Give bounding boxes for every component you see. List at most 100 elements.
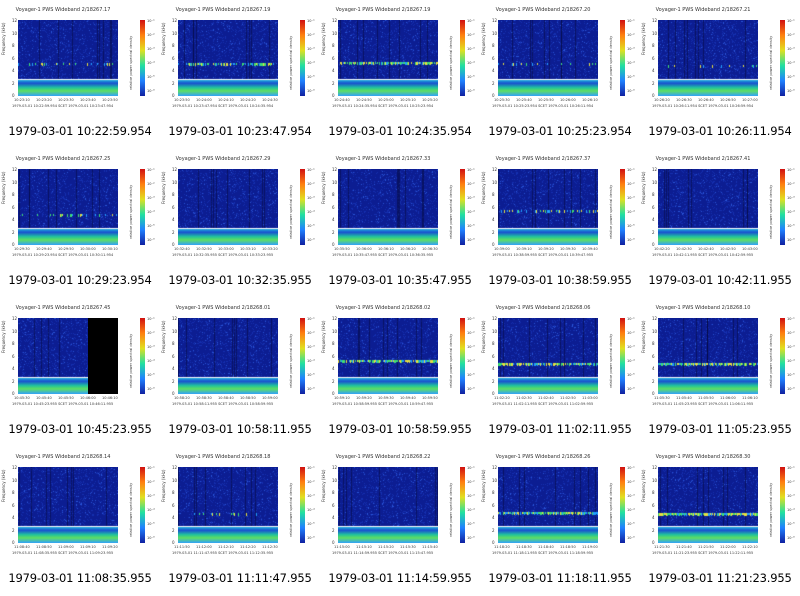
x-tick-label: 10:58:40 (218, 396, 234, 400)
y-tick-label: 6 (12, 204, 15, 210)
y-tick-label: 8 (652, 192, 655, 197)
colorbar-tick: 10⁻⁴ (147, 359, 155, 363)
x-tick-label: 11:21:40 (676, 545, 692, 549)
y-tick-label: 10 (652, 328, 658, 334)
spectrogram-plot (338, 169, 438, 245)
spectrogram-image (498, 20, 598, 96)
y-tick-label: 6 (332, 204, 335, 210)
y-tick-label: 2 (492, 229, 495, 235)
spectrogram-thumbnail[interactable]: Voyager-1 PWS Wideband 2/18267.37 Frequen… (480, 149, 640, 267)
spectrogram-thumbnail[interactable]: Voyager-1 PWS Wideband 2/18267.45 Frequen… (0, 298, 160, 416)
colorbar-tick: 10⁻⁵ (307, 224, 315, 228)
x-tick-label: 11:12:20 (240, 545, 256, 549)
spectrogram-thumbnail[interactable]: Voyager-1 PWS Wideband 2/18267.25 Frequen… (0, 149, 160, 267)
spectrogram-thumbnail[interactable]: Voyager-1 PWS Wideband 2/18267.19 Frequen… (160, 0, 320, 118)
y-tick-label: 8 (332, 341, 335, 346)
y-tick-label: 6 (492, 502, 495, 508)
x-tick-label: 10:27:00 (742, 98, 758, 102)
spectrogram-thumbnail[interactable]: Voyager-1 PWS Wideband 2/18268.22 Frequen… (320, 447, 480, 565)
spectrogram-thumbnail[interactable]: Voyager-1 PWS Wideband 2/18268.26 Frequen… (480, 447, 640, 565)
x-tick-label: 11:22:10 (742, 545, 758, 549)
y-tick-label: 8 (12, 43, 15, 48)
colorbar-tick: 10⁻¹ (467, 19, 475, 23)
time-range-footer: 1979-03-01 10:24:35.954 SCET 1979-03-01 … (332, 104, 434, 108)
spectrogram-thumbnail[interactable]: Voyager-1 PWS Wideband 2/18267.29 Frequen… (160, 149, 320, 267)
colorbar-tick: 10⁻⁵ (307, 373, 315, 377)
panel-title: Voyager-1 PWS Wideband 2/18267.33 (335, 156, 431, 162)
colorbar-tick: 10⁻⁵ (627, 373, 635, 377)
y-tick-label: 8 (172, 192, 175, 197)
spectrogram-image (18, 20, 118, 96)
spectrogram-thumbnail[interactable]: Voyager-1 PWS Wideband 2/18268.30 Frequen… (640, 447, 800, 565)
panel-title: Voyager-1 PWS Wideband 2/18267.41 (655, 156, 751, 162)
spectrogram-thumbnail[interactable]: Voyager-1 PWS Wideband 2/18267.20 Frequen… (480, 0, 640, 118)
y-tick-label: 4 (332, 366, 335, 371)
spectrogram-thumbnail[interactable]: Voyager-1 PWS Wideband 2/18267.33 Frequen… (320, 149, 480, 267)
time-range-footer: 1979-03-01 10:22:59.954 SCET 1979-03-01 … (12, 104, 114, 108)
spectrogram-thumbnail[interactable]: Voyager-1 PWS Wideband 2/18268.10 Frequen… (640, 298, 800, 416)
thumbnail-cell: Voyager-1 PWS Wideband 2/18267.37 Frequen… (480, 149, 640, 298)
colorbar-tick: 10⁻⁵ (147, 522, 155, 526)
timestamp-caption: 1979-03-01 10:26:11.954 (648, 124, 792, 138)
spectrogram-thumbnail[interactable]: Voyager-1 PWS Wideband 2/18267.21 Frequen… (640, 0, 800, 118)
x-tick-label: 10:25:00 (378, 98, 394, 102)
spectrogram-thumbnail[interactable]: Voyager-1 PWS Wideband 2/18268.06 Frequen… (480, 298, 640, 416)
panel-title: Voyager-1 PWS Wideband 2/18268.18 (175, 454, 271, 460)
y-tick-label: 12 (652, 18, 658, 23)
spectrogram-image (338, 20, 438, 96)
colorbar (300, 467, 305, 543)
colorbar-tick: 10⁻³ (627, 196, 635, 200)
spectrogram-thumbnail[interactable]: Voyager-1 PWS Wideband 2/18268.02 Frequen… (320, 298, 480, 416)
timestamp-caption: 1979-03-01 10:23:47.954 (168, 124, 312, 138)
spectrogram-thumbnail[interactable]: Voyager-1 PWS Wideband 2/18267.41 Frequen… (640, 149, 800, 267)
y-tick-label: 2 (492, 80, 495, 86)
colorbar-tick: 10⁻¹ (307, 466, 315, 470)
colorbar-tick: 10⁻¹ (307, 317, 315, 321)
timestamp-caption: 1979-03-01 11:11:47.955 (168, 571, 312, 585)
y-tick-label: 8 (492, 341, 495, 346)
colorbar-tick: 10⁻⁴ (147, 61, 155, 65)
colorbar-tick: 10⁻³ (467, 196, 475, 200)
x-tick-label: 10:59:10 (334, 396, 350, 400)
time-range-footer: 1979-03-01 11:14:59.955 SCET 1979-03-01 … (332, 551, 434, 555)
y-axis-label: Frequency (kHz) (481, 320, 486, 353)
x-tick-label: 10:23:30 (58, 98, 74, 102)
y-tick-label: 2 (492, 527, 495, 533)
spectrogram-thumbnail[interactable]: Voyager-1 PWS Wideband 2/18267.17 Frequen… (0, 0, 160, 118)
time-range-footer: 1979-03-01 10:58:59.955 SCET 1979-03-01 … (332, 402, 434, 406)
spectrogram-plot (498, 20, 598, 96)
panel-title: Voyager-1 PWS Wideband 2/18267.17 (15, 7, 111, 13)
y-tick-label: 6 (652, 502, 655, 508)
y-tick-label: 6 (12, 502, 15, 508)
colorbar-label: relative power spectral density (769, 482, 773, 537)
x-tick-label: 10:26:10 (582, 98, 598, 102)
y-tick-label: 8 (652, 490, 655, 495)
colorbar-tick: 10⁻² (787, 33, 795, 37)
timestamp-caption: 1979-03-01 10:38:59.955 (488, 273, 632, 287)
spectrogram-thumbnail[interactable]: Voyager-1 PWS Wideband 2/18267.19 Frequen… (320, 0, 480, 118)
thumbnail-cell: Voyager-1 PWS Wideband 2/18267.17 Frequen… (0, 0, 160, 149)
panel-title: Voyager-1 PWS Wideband 2/18267.19 (175, 7, 271, 13)
colorbar-tick: 10⁻¹ (467, 466, 475, 470)
colorbar-tick: 10⁻² (627, 182, 635, 186)
x-tick-label: 10:43:00 (742, 247, 758, 251)
x-tick-label: 10:25:40 (516, 98, 532, 102)
colorbar-tick: 10⁻⁶ (787, 89, 795, 93)
spectrogram-plot (178, 318, 278, 394)
thumbnail-cell: Voyager-1 PWS Wideband 2/18267.33 Frequen… (320, 149, 480, 298)
spectrogram-thumbnail[interactable]: Voyager-1 PWS Wideband 2/18268.18 Frequen… (160, 447, 320, 565)
colorbar-tick: 10⁻⁵ (147, 224, 155, 228)
spectrogram-thumbnail[interactable]: Voyager-1 PWS Wideband 2/18268.14 Frequen… (0, 447, 160, 565)
y-axis-label: Frequency (kHz) (161, 320, 166, 353)
thumbnail-cell: Voyager-1 PWS Wideband 2/18268.26 Frequen… (480, 447, 640, 596)
colorbar-tick: 10⁻² (627, 331, 635, 335)
spectrogram-thumbnail[interactable]: Voyager-1 PWS Wideband 2/18268.01 Frequen… (160, 298, 320, 416)
colorbar-tick: 10⁻² (147, 331, 155, 335)
colorbar-tick: 10⁻³ (307, 494, 315, 498)
y-tick-label: 8 (652, 341, 655, 346)
timestamp-caption: 1979-03-01 10:58:59.955 (328, 422, 472, 436)
y-tick-label: 4 (332, 217, 335, 222)
y-tick-label: 4 (172, 515, 175, 520)
timestamp-caption: 1979-03-01 11:08:35.955 (8, 571, 152, 585)
x-tick-label: 10:58:20 (174, 396, 190, 400)
